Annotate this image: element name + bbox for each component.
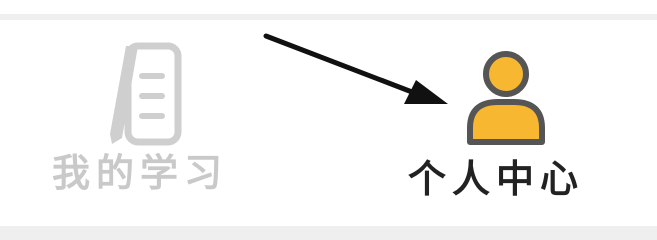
- bottom-tab-bar: 我的学习 个人中心: [0, 0, 657, 240]
- user-icon: [460, 42, 552, 152]
- tab-label: 我的学习: [52, 151, 229, 195]
- tab-my-learning[interactable]: 我的学习: [0, 20, 300, 226]
- bottom-divider: [0, 226, 657, 240]
- tab-profile-center[interactable]: 个人中心: [340, 20, 640, 226]
- document-pencil-icon: [98, 40, 190, 150]
- tab-label: 个人中心: [408, 157, 585, 201]
